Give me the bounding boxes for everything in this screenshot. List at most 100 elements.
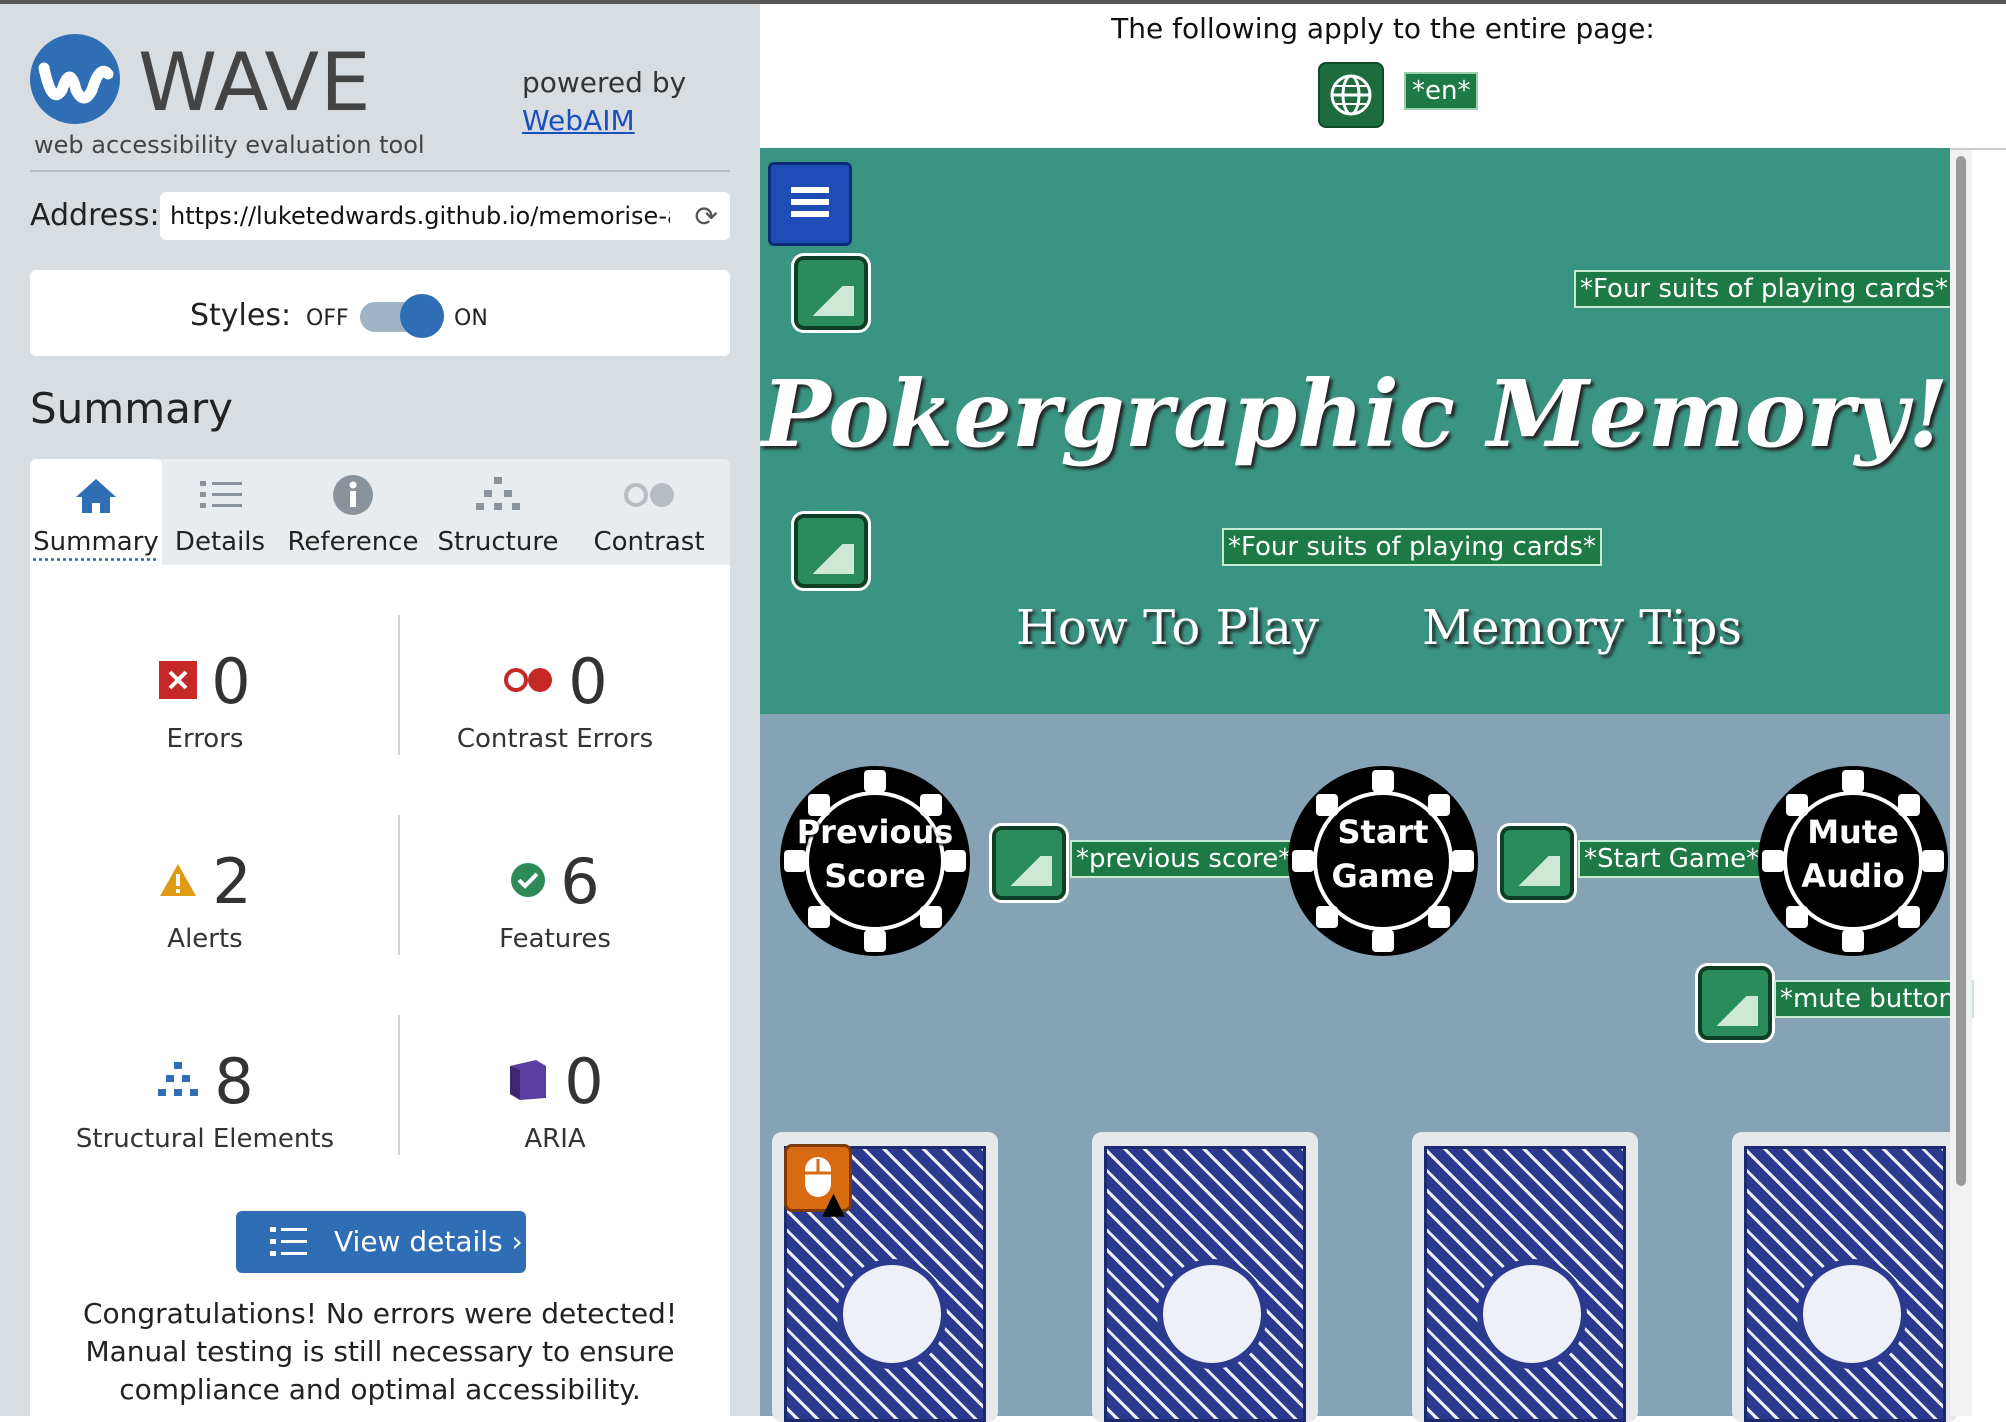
summary-panel: 0 Errors 0 Contrast Errors 2 Alerts 6 Fe… <box>30 565 730 1420</box>
address-field[interactable]: https://luketedwards.github.io/memorise-… <box>160 192 730 240</box>
chip-dot <box>808 906 830 928</box>
chip-dot <box>864 930 886 952</box>
image-alt-icon[interactable] <box>992 826 1066 900</box>
image-alt-icon[interactable] <box>794 256 868 330</box>
mute-audio-button[interactable]: Mute Audio <box>1758 766 1948 956</box>
card-tile[interactable] <box>1412 1132 1638 1422</box>
page-title: Pokergraphic Memory! <box>761 360 1949 468</box>
tab-label: Contrast <box>593 527 705 557</box>
features-label: Features <box>499 924 611 954</box>
contrast-count: 0 <box>568 645 608 718</box>
card-medallion <box>1477 1259 1587 1369</box>
aria-count: 0 <box>564 1045 604 1118</box>
card-tile[interactable] <box>1092 1132 1318 1422</box>
tab-reference[interactable]: Reference <box>278 459 428 565</box>
structural-count: 8 <box>214 1045 254 1118</box>
card-medallion <box>1157 1259 1267 1369</box>
error-icon <box>159 660 198 703</box>
reload-icon[interactable]: ⟳ <box>695 200 718 233</box>
tab-summary[interactable]: Summary <box>30 459 162 565</box>
chip-label-line: Game <box>1331 857 1435 895</box>
language-globe-icon[interactable] <box>1318 62 1384 128</box>
chip-label-line: Mute <box>1807 813 1899 851</box>
tab-contrast[interactable]: Contrast <box>568 459 730 565</box>
chip-label-line: Score <box>824 857 926 895</box>
css-structure-icon[interactable] <box>768 162 852 246</box>
contrast-error-icon <box>502 665 554 699</box>
card-back <box>1744 1146 1946 1422</box>
start-game-button[interactable]: Start Game <box>1288 766 1478 956</box>
nav-how-to-play[interactable]: How To Play <box>1016 600 1319 656</box>
card-medallion <box>1797 1259 1907 1369</box>
hierarchy-icon <box>428 473 568 517</box>
alt-text-tag: *Four suits of playing cards* <box>1574 270 1954 308</box>
image-alt-icon[interactable] <box>1500 826 1574 900</box>
structural-label: Structural Elements <box>75 1124 335 1154</box>
chip-dot <box>1898 906 1920 928</box>
nav-memory-tips[interactable]: Memory Tips <box>1422 600 1742 656</box>
stat-features[interactable]: 6 Features <box>380 845 730 954</box>
stat-errors[interactable]: 0 Errors <box>30 645 380 754</box>
errors-count: 0 <box>211 645 251 718</box>
image-alt-icon[interactable] <box>794 514 868 588</box>
list-icon <box>162 473 278 517</box>
warning-icon: ▲ <box>822 1186 846 1221</box>
home-icon <box>30 473 162 517</box>
card-back <box>1424 1146 1626 1422</box>
contrast-icon <box>568 473 730 517</box>
card-back <box>1104 1146 1306 1422</box>
address-label: Address: <box>30 198 160 233</box>
image-alt-icon[interactable] <box>1698 966 1772 1040</box>
panel-tabs: Summary Details Reference Structure Cont… <box>30 459 730 565</box>
list-icon <box>270 1225 310 1266</box>
divider <box>30 170 730 172</box>
powered-by-text: powered by <box>522 66 687 99</box>
chip-dot <box>1372 930 1394 952</box>
window-top-border <box>0 0 2006 4</box>
wave-sidebar: WAVE web accessibility evaluation tool p… <box>0 4 760 1420</box>
stat-alerts[interactable]: 2 Alerts <box>30 845 380 954</box>
stat-contrast-errors[interactable]: 0 Contrast Errors <box>380 645 730 754</box>
alt-text-tag: *mute button* <box>1774 980 1975 1018</box>
chip-dot <box>1372 770 1394 792</box>
chip-dot <box>1842 930 1864 952</box>
feature-check-icon <box>510 862 546 902</box>
powered-by: powered by WebAIM <box>522 64 686 140</box>
apply-text: The following apply to the entire page: <box>1111 12 1655 45</box>
alt-text-tag: *Start Game* <box>1578 840 1766 878</box>
view-details-button[interactable]: View details › <box>236 1211 526 1273</box>
address-value[interactable]: https://luketedwards.github.io/memorise-… <box>170 202 670 230</box>
webaim-link[interactable]: WebAIM <box>522 104 635 137</box>
scrollbar-thumb[interactable] <box>1956 156 1966 1186</box>
contrast-label: Contrast Errors <box>456 724 654 754</box>
info-icon <box>278 473 428 517</box>
structure-icon <box>156 1060 200 1104</box>
congrats-message: Congratulations! No errors were detected… <box>82 1297 678 1406</box>
tab-details[interactable]: Details <box>162 459 278 565</box>
chip-dot <box>1842 770 1864 792</box>
styles-toggle-card: Styles: OFF ON <box>30 270 730 356</box>
styles-label: Styles: <box>190 298 292 333</box>
features-count: 6 <box>560 845 600 918</box>
alert-icon <box>158 862 198 902</box>
chip-label: Previous Score <box>780 810 970 898</box>
alt-text-tag: *Four suits of playing cards* <box>1222 528 1602 566</box>
summary-heading: Summary <box>30 384 233 433</box>
tab-structure[interactable]: Structure <box>428 459 568 565</box>
styles-on-label: ON <box>454 306 488 331</box>
card-tile[interactable] <box>1732 1132 1958 1422</box>
chip-dot <box>1786 906 1808 928</box>
errors-label: Errors <box>166 724 244 754</box>
tab-label: Details <box>174 527 266 557</box>
stat-aria[interactable]: 0 ARIA <box>380 1045 730 1154</box>
view-details-label: View details › <box>334 1225 523 1258</box>
alt-text-tag: *previous score* <box>1070 840 1298 878</box>
stat-structural[interactable]: 8 Structural Elements <box>30 1045 380 1154</box>
chip-label-line: Audio <box>1801 857 1905 895</box>
styles-toggle-knob[interactable] <box>400 294 444 338</box>
wave-logo-icon <box>30 34 120 124</box>
previous-score-button[interactable]: Previous Score <box>780 766 970 956</box>
chip-dot <box>864 770 886 792</box>
chip-label-line: Previous <box>796 813 954 851</box>
wave-logo-text: WAVE <box>138 36 372 129</box>
